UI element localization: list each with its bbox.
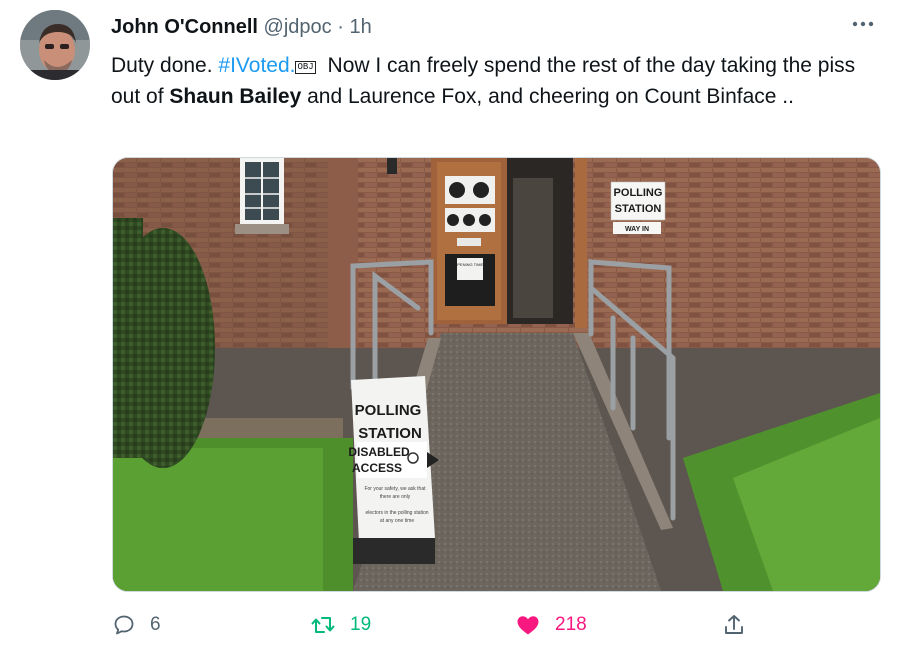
author-handle[interactable]: @jdpoc: [264, 16, 332, 38]
retweet-button[interactable]: 19: [310, 608, 371, 642]
share-button[interactable]: [722, 608, 746, 642]
avatar[interactable]: [20, 10, 90, 80]
tweet-text: Duty done. #IVoted. OBJ Now I can freely …: [111, 50, 871, 112]
author-name[interactable]: John O'Connell: [111, 16, 258, 38]
wall-sign-line1: POLLING: [614, 187, 663, 199]
retweet-count: 19: [350, 614, 372, 635]
board-small4: at any one time: [380, 518, 414, 524]
opening-times-sign: OPENING TIMES: [454, 262, 486, 267]
bold-name: Shaun Bailey: [169, 85, 302, 108]
hashtag-link[interactable]: #IVoted: [218, 54, 289, 77]
tweet-photo[interactable]: OPENING TIMES POLLING STATION WAY IN POL…: [112, 157, 881, 592]
reply-icon: [114, 615, 134, 635]
heart-icon: [517, 616, 539, 635]
tweet-text-part3: and Laurence Fox, and cheering on Count …: [301, 85, 794, 108]
retweet-icon: [311, 617, 335, 633]
board-line2: STATION: [358, 425, 422, 442]
board-line1: POLLING: [355, 402, 422, 419]
separator-dot: ·: [337, 16, 344, 38]
board-small1: For your safety, we ask that: [364, 486, 426, 492]
wall-sign-line2: STATION: [615, 203, 662, 215]
reply-button[interactable]: 6: [112, 608, 161, 642]
board-line3: DISABLED: [348, 445, 410, 459]
avatar-image: [20, 10, 90, 80]
obj-emoji: OBJ: [295, 61, 316, 74]
reply-count: 6: [150, 614, 161, 635]
tweet-text-part1: Duty done.: [111, 54, 219, 77]
more-options-button[interactable]: [848, 14, 878, 34]
board-small3: electors in the polling station: [365, 510, 428, 516]
wall-sign-line3: WAY IN: [625, 226, 649, 233]
board-line4: ACCESS: [352, 461, 402, 475]
share-icon: [725, 615, 743, 634]
tweet-action-bar: 6 19 218: [112, 608, 762, 642]
tweet-header: John O'Connell @jdpoc · 1h: [111, 14, 372, 40]
polling-station-photo: OPENING TIMES POLLING STATION WAY IN POL…: [113, 158, 880, 591]
like-count: 218: [555, 614, 587, 635]
board-small2: there are only: [380, 494, 411, 500]
tweet-timestamp[interactable]: 1h: [349, 16, 371, 38]
more-icon: [852, 21, 874, 27]
like-button[interactable]: 218: [515, 608, 587, 642]
